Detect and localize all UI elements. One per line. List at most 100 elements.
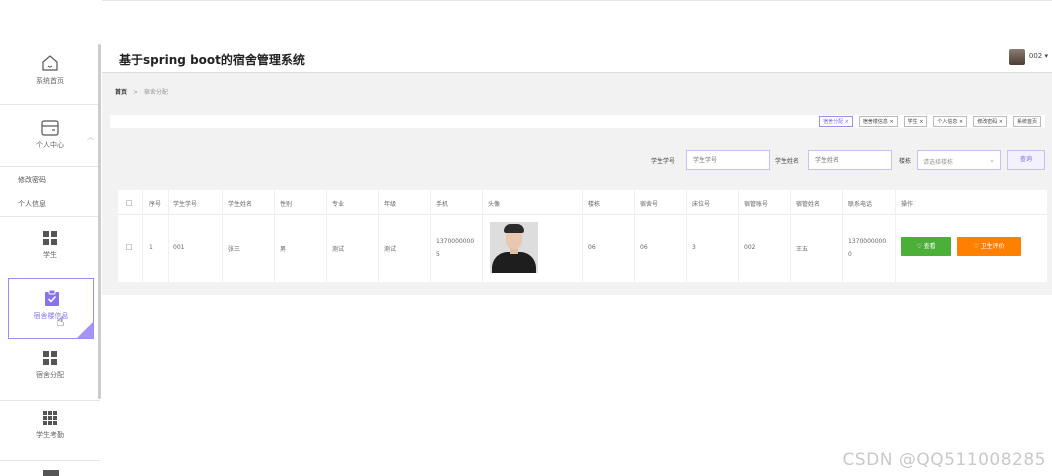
col-line bbox=[142, 190, 143, 282]
student-name-input[interactable] bbox=[808, 150, 892, 170]
col-line bbox=[582, 190, 583, 282]
grid-icon bbox=[43, 351, 57, 365]
divider bbox=[0, 166, 100, 167]
col-line bbox=[634, 190, 635, 282]
sidebar-item-personal[interactable]: 个人中心 ︿ bbox=[0, 120, 100, 150]
chevron-down-icon: ⌄ bbox=[989, 156, 995, 164]
building-select-placeholder: 请选择楼栋 bbox=[923, 159, 954, 166]
grid-icon bbox=[43, 470, 59, 476]
divider bbox=[0, 460, 100, 461]
col-line bbox=[168, 190, 169, 282]
th-student-no: 学生学号 bbox=[173, 201, 198, 208]
th-name: 学生姓名 bbox=[228, 201, 253, 208]
building-select[interactable]: 请选择楼栋 ⌄ bbox=[917, 150, 1001, 170]
hand-cursor-icon: ☝ bbox=[56, 314, 65, 330]
wallet-icon bbox=[41, 120, 59, 136]
student-name-label: 学生姓名 bbox=[775, 158, 800, 165]
cell-phone-line2: 5 bbox=[436, 251, 440, 258]
hygiene-evaluation-button[interactable]: ♡ 卫生评价 bbox=[957, 237, 1021, 256]
col-line bbox=[222, 190, 223, 282]
active-corner-marker bbox=[76, 321, 93, 338]
sidebar-item-label: 宿舍楼信息 bbox=[33, 312, 69, 320]
sidebar-item-label: 系统首页 bbox=[36, 77, 64, 85]
submenu-profile[interactable]: 个人信息 bbox=[18, 199, 46, 209]
avatar[interactable] bbox=[1009, 49, 1025, 65]
top-border bbox=[102, 0, 1052, 1]
query-button[interactable]: 查询 bbox=[1007, 150, 1045, 170]
submenu-change-password[interactable]: 修改密码 bbox=[18, 175, 46, 185]
sidebar-item-attendance[interactable]: 学生考勤 bbox=[0, 410, 100, 440]
col-line bbox=[274, 190, 275, 282]
col-line bbox=[686, 190, 687, 282]
th-manager-name: 宿管姓名 bbox=[796, 201, 821, 208]
sidebar-item-home[interactable]: 系统首页 bbox=[0, 54, 100, 86]
col-line bbox=[842, 190, 843, 282]
app-root: 系统首页 个人中心 ︿ 修改密码 个人信息 学生 宿舍楼信息 ☝ 宿舍分配 学生… bbox=[0, 0, 1052, 476]
breadcrumb-separator: > bbox=[132, 89, 138, 96]
tag-dorm-building[interactable]: 宿舍楼信息 × bbox=[858, 116, 898, 127]
sidebar-scrollbar[interactable] bbox=[98, 44, 101, 399]
cell-gender: 男 bbox=[280, 246, 287, 253]
tag-home[interactable]: 系统首页 bbox=[1012, 116, 1041, 127]
divider bbox=[0, 400, 100, 401]
th-actions: 操作 bbox=[901, 201, 914, 208]
sidebar-item-dorm-building[interactable]: 宿舍楼信息 bbox=[8, 278, 94, 339]
student-no-label: 学生学号 bbox=[651, 158, 676, 165]
tags-view: 宿舍分配 × 宿舍楼信息 × 学生 × 个人信息 × 修改密码 × 系统首页 bbox=[110, 115, 1045, 128]
sidebar-item-label: 学生考勤 bbox=[36, 431, 64, 439]
user-menu[interactable]: 002 ▾ bbox=[1029, 52, 1048, 60]
student-photo bbox=[490, 222, 538, 273]
divider bbox=[0, 216, 100, 217]
header: 基于spring boot的宿舍管理系统 002 ▾ bbox=[102, 44, 1052, 73]
grid-icon bbox=[43, 231, 57, 245]
select-all-checkbox[interactable] bbox=[126, 200, 132, 206]
th-manager-account: 宿管账号 bbox=[744, 201, 769, 208]
cell-contact-line2: 0 bbox=[848, 251, 852, 258]
cell-student-no: 001 bbox=[173, 244, 185, 251]
th-index: 序号 bbox=[149, 201, 162, 208]
tag-profile[interactable]: 个人信息 × bbox=[933, 116, 968, 127]
cell-building: 06 bbox=[588, 244, 596, 251]
sidebar-item-label: 学生 bbox=[43, 251, 57, 259]
sidebar-item-label: 宿舍分配 bbox=[36, 371, 64, 379]
chevron-up-icon: ︿ bbox=[87, 133, 94, 141]
breadcrumb: 首页 > 宿舍分配 bbox=[115, 87, 168, 96]
app-title: 基于spring boot的宿舍管理系统 bbox=[119, 53, 305, 67]
col-line bbox=[326, 190, 327, 282]
student-no-input[interactable] bbox=[686, 150, 770, 170]
th-avatar: 头像 bbox=[488, 201, 501, 208]
col-line bbox=[738, 190, 739, 282]
tag-student[interactable]: 学生 × bbox=[903, 116, 928, 127]
cell-room: 06 bbox=[640, 244, 648, 251]
tag-password[interactable]: 修改密码 × bbox=[973, 116, 1007, 127]
sidebar: 系统首页 个人中心 ︿ 修改密码 个人信息 学生 宿舍楼信息 ☝ 宿舍分配 学生… bbox=[0, 44, 102, 476]
cell-bed: 3 bbox=[692, 244, 696, 251]
breadcrumb-current: 宿舍分配 bbox=[143, 89, 168, 96]
th-gender: 性别 bbox=[280, 201, 293, 208]
search-form: 学生学号 学生姓名 楼栋 请选择楼栋 ⌄ 查询 bbox=[102, 150, 1052, 170]
main-content: 首页 > 宿舍分配 宿舍分配 × 宿舍楼信息 × 学生 × 个人信息 × 修改密… bbox=[102, 73, 1052, 295]
th-building: 楼栋 bbox=[588, 201, 601, 208]
sidebar-item-label: 个人中心 bbox=[36, 141, 64, 149]
col-line bbox=[430, 190, 431, 282]
th-contact: 联系电话 bbox=[848, 201, 873, 208]
th-grade: 年级 bbox=[384, 201, 397, 208]
breadcrumb-home[interactable]: 首页 bbox=[115, 89, 127, 96]
col-line bbox=[378, 190, 379, 282]
sidebar-item-student[interactable]: 学生 bbox=[0, 230, 100, 260]
building-label: 楼栋 bbox=[899, 158, 912, 165]
grid9-icon bbox=[43, 411, 57, 425]
col-line bbox=[482, 190, 483, 282]
col-line bbox=[895, 190, 896, 282]
cell-name: 张三 bbox=[228, 246, 241, 253]
view-button[interactable]: ♡ 查看 bbox=[901, 237, 951, 256]
cell-phone-line1: 1370000000 bbox=[436, 238, 475, 245]
cell-manager-account: 002 bbox=[744, 244, 756, 251]
row-checkbox[interactable] bbox=[126, 244, 132, 250]
th-major: 专业 bbox=[332, 201, 345, 208]
sidebar-item-dorm-assign[interactable]: 宿舍分配 bbox=[0, 350, 100, 380]
cell-contact-line1: 1370000000 bbox=[848, 238, 887, 245]
col-line bbox=[790, 190, 791, 282]
tag-dorm-assign[interactable]: 宿舍分配 × bbox=[819, 116, 853, 127]
home-icon bbox=[42, 55, 58, 71]
